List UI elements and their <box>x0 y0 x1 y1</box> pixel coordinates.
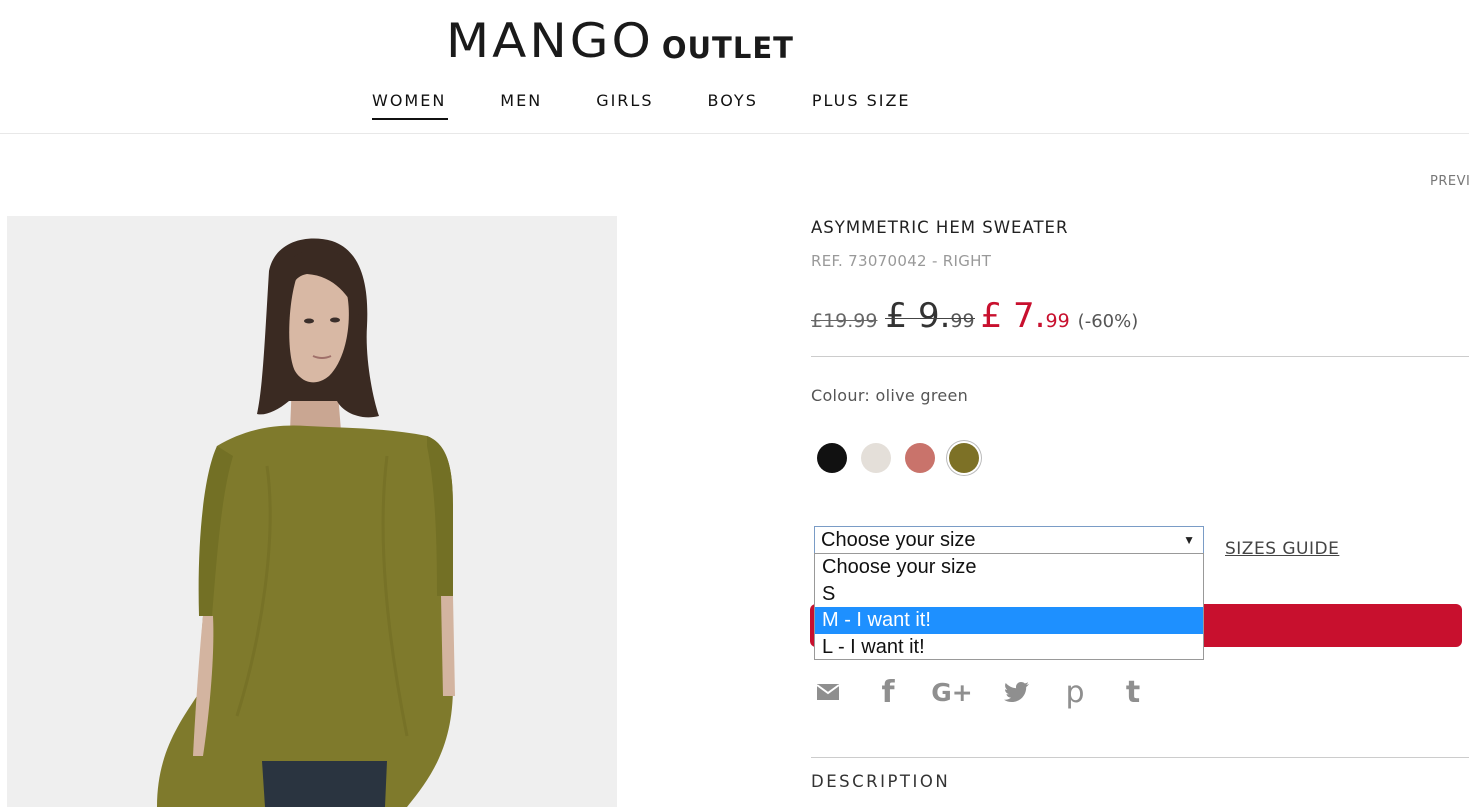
previous-price-currency: £ <box>885 296 918 336</box>
original-price: £19.99 <box>811 310 878 332</box>
nav-item-women[interactable]: WOMEN <box>372 90 449 120</box>
size-option-placeholder[interactable]: Choose your size <box>815 554 1203 581</box>
swatch-black[interactable] <box>817 443 847 473</box>
sizes-guide-link[interactable]: SIZES GUIDE <box>1225 539 1339 559</box>
price-row: £19.99 £ 9.99 £ 7.99 (-60%) <box>811 296 1138 336</box>
description-heading[interactable]: DESCRIPTION <box>811 772 950 791</box>
previous-price: £ 9.99 <box>885 296 975 336</box>
header-divider <box>0 133 1469 134</box>
current-price-decimals: 99 <box>1045 310 1070 332</box>
dropdown-arrow-icon: ▼ <box>1183 533 1195 547</box>
logo-main-text: MANGO <box>446 13 654 69</box>
product-image[interactable] <box>7 216 617 807</box>
previous-price-whole: 9. <box>917 296 951 336</box>
size-option-l[interactable]: L - I want it! <box>815 634 1203 661</box>
swatch-olive-green[interactable] <box>949 443 979 473</box>
previous-price-decimals: 99 <box>950 310 975 332</box>
tumblr-icon[interactable]: t <box>1123 675 1143 710</box>
facebook-icon[interactable]: f <box>876 675 900 710</box>
swatch-pink[interactable] <box>905 443 935 473</box>
size-option-s[interactable]: S <box>815 581 1203 608</box>
mango-outlet-logo[interactable]: MANGO OUTLET <box>446 16 794 66</box>
nav-item-plus-size[interactable]: PLUS SIZE <box>812 90 911 120</box>
colour-label: Colour: olive green <box>811 386 969 405</box>
nav-item-boys[interactable]: BOYS <box>708 90 758 120</box>
model-photo <box>7 216 617 807</box>
pinterest-icon[interactable]: p <box>1063 675 1087 710</box>
google-plus-icon[interactable]: G+ <box>931 676 972 708</box>
nav-item-men[interactable]: MEN <box>500 90 542 120</box>
discount-badge: (-60%) <box>1077 311 1139 332</box>
previous-product-link[interactable]: PREVI <box>1430 174 1469 189</box>
size-dropdown-list: Choose your size S M - I want it! L - I … <box>814 553 1204 660</box>
size-select-value: Choose your size <box>821 529 976 551</box>
swatch-off-white[interactable] <box>861 443 891 473</box>
email-icon[interactable] <box>815 676 841 708</box>
main-navigation: WOMEN MEN GIRLS BOYS PLUS SIZE <box>372 90 965 120</box>
size-select[interactable]: Choose your size ▼ <box>814 526 1204 554</box>
current-price: £ 7.99 <box>981 296 1070 336</box>
product-reference: REF. 73070042 - RIGHT <box>811 252 992 270</box>
description-divider <box>811 757 1469 758</box>
price-divider <box>811 356 1469 357</box>
size-option-m[interactable]: M - I want it! <box>815 607 1203 634</box>
current-price-currency: £ <box>980 296 1014 336</box>
nav-item-girls[interactable]: GIRLS <box>596 90 653 120</box>
twitter-icon[interactable] <box>1003 676 1031 708</box>
logo-sub-text: OUTLET <box>661 31 794 65</box>
product-title: ASYMMETRIC HEM SWEATER <box>811 218 1069 237</box>
current-price-whole: 7. <box>1013 296 1046 336</box>
